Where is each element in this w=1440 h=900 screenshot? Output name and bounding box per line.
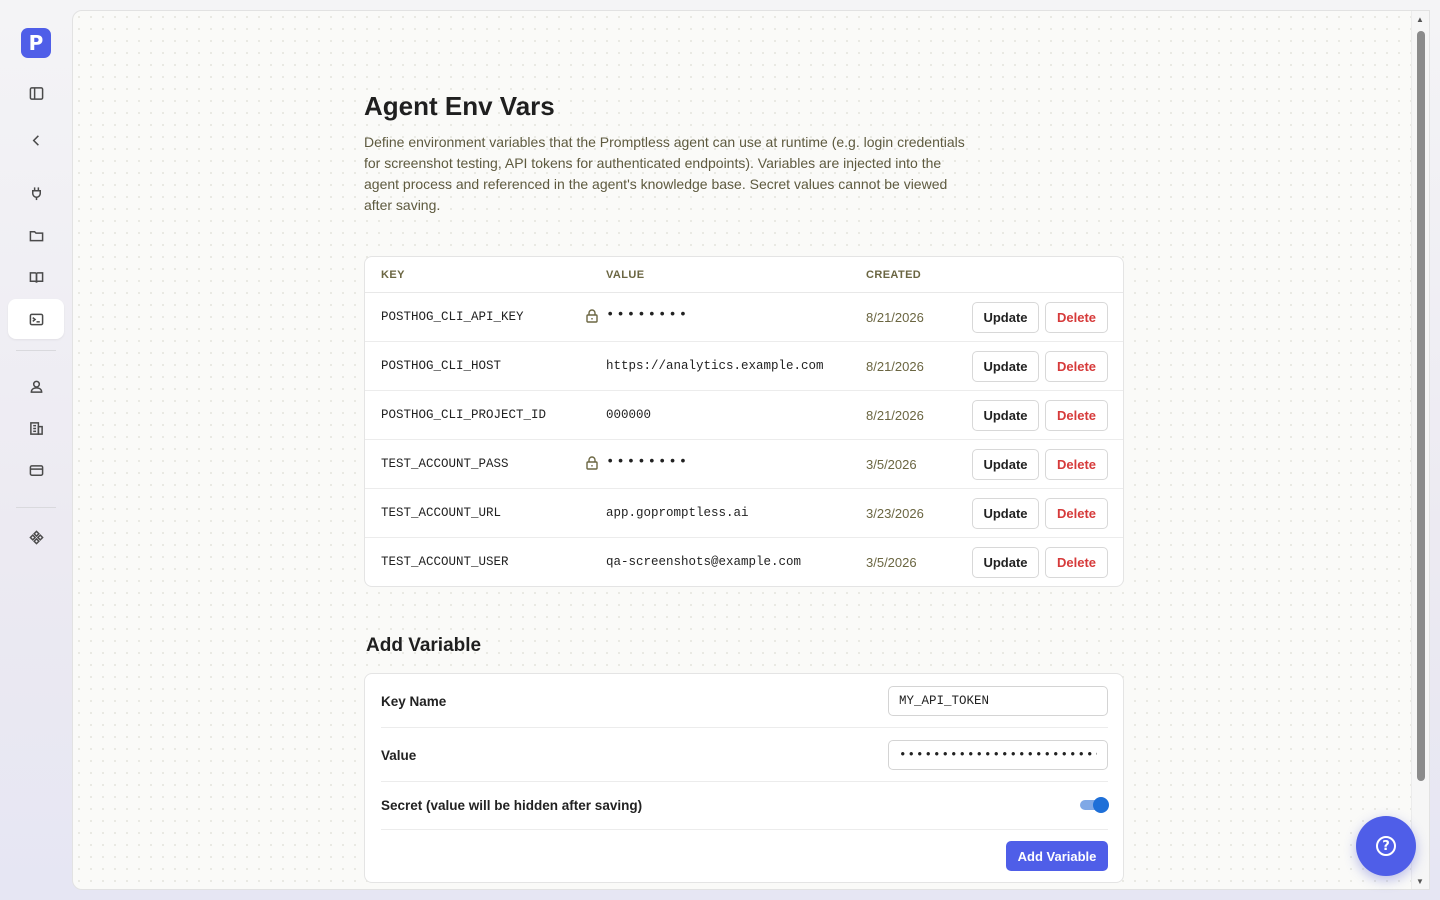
env-var-value: app.gopromptless.ai: [606, 506, 749, 520]
page-description: Define environment variables that the Pr…: [364, 134, 965, 213]
key-name-row: Key Name: [381, 674, 1108, 728]
env-var-created: 8/21/2026: [866, 359, 924, 374]
folder-icon[interactable]: [8, 215, 64, 255]
env-var-value: ••••••••: [606, 454, 690, 470]
scrollbar[interactable]: ▲ ▼: [1411, 11, 1429, 889]
secret-label: Secret (value will be hidden after savin…: [381, 798, 643, 813]
table-body: POSTHOG_CLI_API_KEY •••••••• 8/21/2026 U…: [365, 293, 1123, 586]
table-row: TEST_ACCOUNT_USER qa-screenshots@example…: [365, 538, 1123, 586]
building-icon[interactable]: [8, 408, 64, 448]
integrations-icon[interactable]: [8, 517, 64, 557]
env-var-key: TEST_ACCOUNT_URL: [381, 506, 502, 520]
help-button[interactable]: ?: [1356, 816, 1416, 876]
env-var-created: 3/5/2026: [866, 555, 917, 570]
env-var-key: POSTHOG_CLI_HOST: [381, 359, 502, 373]
update-button[interactable]: Update: [972, 547, 1039, 578]
table-row: POSTHOG_CLI_API_KEY •••••••• 8/21/2026 U…: [365, 293, 1123, 342]
env-var-key: TEST_ACCOUNT_USER: [381, 555, 509, 569]
user-icon[interactable]: [8, 366, 64, 406]
plug-icon[interactable]: [8, 173, 64, 213]
secret-toggle[interactable]: [1080, 797, 1110, 813]
help-question-icon: ?: [1376, 836, 1396, 856]
table-header: KEY VALUE CREATED: [365, 257, 1123, 293]
key-name-input[interactable]: [888, 686, 1108, 716]
add-variable-button[interactable]: Add Variable: [1006, 841, 1108, 871]
scroll-thumb[interactable]: [1417, 31, 1425, 781]
toggle-knob: [1093, 797, 1109, 813]
page-title: Agent Env Vars: [364, 91, 555, 121]
env-var-key: POSTHOG_CLI_API_KEY: [381, 310, 524, 324]
secret-row: Secret (value will be hidden after savin…: [381, 782, 1110, 830]
update-button[interactable]: Update: [972, 400, 1039, 431]
env-var-value: ••••••••: [606, 307, 690, 323]
update-button[interactable]: Update: [972, 498, 1039, 529]
column-header-created: CREATED: [866, 269, 922, 281]
scroll-down-arrow-icon[interactable]: ▼: [1416, 877, 1424, 887]
env-vars-table: KEY VALUE CREATED POSTHOG_CLI_API_KEY ••…: [364, 256, 1124, 587]
credit-card-icon[interactable]: [8, 450, 64, 490]
env-var-key: TEST_ACCOUNT_PASS: [381, 457, 509, 471]
terminal-icon[interactable]: [8, 299, 64, 339]
env-var-created: 8/21/2026: [866, 408, 924, 423]
env-var-value: 000000: [606, 408, 652, 422]
delete-button[interactable]: Delete: [1045, 302, 1108, 333]
back-icon[interactable]: [8, 120, 64, 160]
table-row: TEST_ACCOUNT_URL app.gopromptless.ai 3/2…: [365, 489, 1123, 538]
update-button[interactable]: Update: [972, 302, 1039, 333]
key-name-label: Key Name: [381, 694, 447, 709]
value-input[interactable]: [888, 740, 1108, 770]
delete-button[interactable]: Delete: [1045, 547, 1108, 578]
sidebar-divider: [16, 350, 56, 351]
env-var-key: POSTHOG_CLI_PROJECT_ID: [381, 408, 547, 422]
delete-button[interactable]: Delete: [1045, 449, 1108, 480]
env-var-value: qa-screenshots@example.com: [606, 555, 802, 569]
add-variable-title: Add Variable: [366, 635, 482, 656]
value-row: Value: [381, 728, 1108, 782]
delete-button[interactable]: Delete: [1045, 400, 1108, 431]
value-label: Value: [381, 748, 417, 763]
table-row: POSTHOG_CLI_PROJECT_ID 000000 8/21/2026 …: [365, 391, 1123, 440]
delete-button[interactable]: Delete: [1045, 498, 1108, 529]
add-variable-form: Key Name Value Secret (value will be hid…: [364, 673, 1124, 883]
update-button[interactable]: Update: [972, 449, 1039, 480]
scroll-up-arrow-icon[interactable]: ▲: [1416, 15, 1424, 25]
env-var-created: 3/5/2026: [866, 457, 917, 472]
table-row: POSTHOG_CLI_HOST https://analytics.examp…: [365, 342, 1123, 391]
sidebar: P: [0, 0, 72, 900]
env-var-value: https://analytics.example.com: [606, 359, 824, 373]
delete-button[interactable]: Delete: [1045, 351, 1108, 382]
column-header-key: KEY: [381, 269, 405, 281]
main-panel: Agent Env Vars Define environment variab…: [72, 10, 1430, 890]
lock-icon: [586, 309, 598, 323]
column-header-value: VALUE: [606, 269, 645, 281]
sidebar-divider: [16, 507, 56, 508]
lock-icon: [586, 456, 598, 470]
update-button[interactable]: Update: [972, 351, 1039, 382]
sidebar-toggle-icon[interactable]: [8, 73, 64, 113]
book-icon[interactable]: [8, 257, 64, 297]
env-var-created: 3/23/2026: [866, 506, 924, 521]
app-logo[interactable]: P: [21, 28, 51, 58]
env-var-created: 8/21/2026: [866, 310, 924, 325]
table-row: TEST_ACCOUNT_PASS •••••••• 3/5/2026 Upda…: [365, 440, 1123, 489]
